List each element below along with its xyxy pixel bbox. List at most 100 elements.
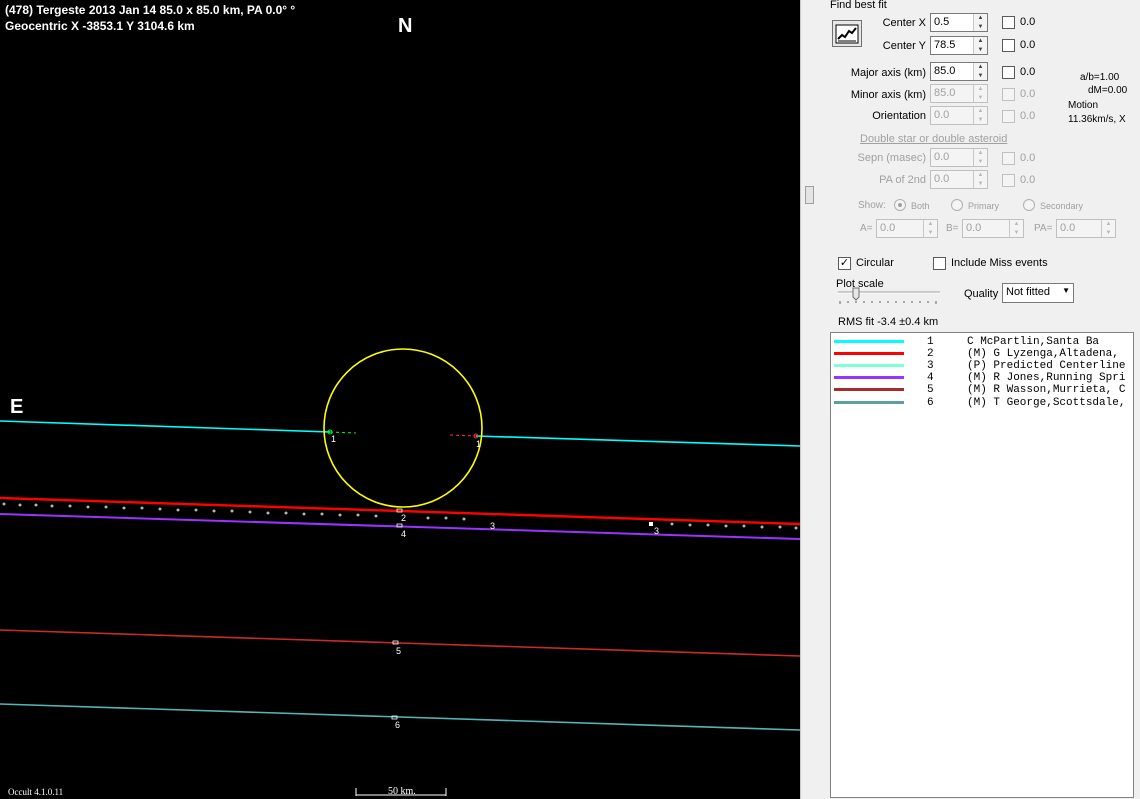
motion-label: Motion (1068, 100, 1099, 111)
plot-scale-slider[interactable] (836, 287, 942, 307)
center-x-spin-arrows[interactable]: ▲ ▼ (973, 14, 987, 31)
pa-input[interactable]: 0.0 ▲ ▼ (1056, 219, 1116, 238)
orientation-fix-checkbox[interactable] (1002, 110, 1015, 123)
a-spin-arrows[interactable]: ▲ ▼ (923, 220, 937, 237)
chord-4-line (0, 513, 800, 540)
quality-select[interactable]: Not fitted ▼ (1002, 283, 1074, 303)
legend-num: 1 (927, 336, 934, 348)
show-both-radio[interactable] (894, 199, 906, 211)
pa2nd-spin-arrows[interactable]: ▲ ▼ (973, 171, 987, 188)
scale-bar-label: 50 km. (388, 786, 416, 797)
legend-text: (M) T George,Scottsdale, (967, 397, 1126, 409)
minor-axis-label: Minor axis (km) (850, 89, 926, 101)
observer-legend[interactable]: 1 C McPartlin,Santa Ba 2 (M) G Lyzenga,A… (830, 332, 1134, 798)
legend-num: 5 (927, 384, 934, 396)
chord-label: 3 (490, 521, 495, 531)
a-value: 0.0 (880, 222, 896, 234)
legend-item: 2 (M) G Lyzenga,Altadena, (831, 348, 1133, 360)
legend-line-swatch (834, 352, 904, 355)
version-label: Occult 4.1.0.11 (8, 787, 64, 797)
pa2nd-input[interactable]: 0.0 ▲ ▼ (930, 170, 988, 189)
double-star-link[interactable]: Double star or double asteroid (860, 133, 1007, 145)
north-label: N (398, 15, 413, 37)
chord-label: 5 (396, 646, 401, 656)
occultation-plot[interactable]: 1 1 2 3 3 4 5 6 (478) Tergeste 2013 Jan … (0, 0, 800, 799)
legend-item: 5 (M) R Wasson,Murrieta, C (831, 384, 1133, 396)
quality-value: Not fitted (1006, 286, 1051, 298)
minor-axis-input[interactable]: 85.0 ▲ ▼ (930, 84, 988, 103)
show-label: Show: (858, 200, 886, 211)
minor-axis-fix-value: 0.0 (1020, 88, 1036, 100)
legend-num: 2 (927, 348, 934, 360)
east-label: E (10, 396, 24, 418)
b-spin-arrows[interactable]: ▲ ▼ (1009, 220, 1023, 237)
show-both-label: Both (911, 201, 930, 211)
center-x-input[interactable]: 0.5 ▲ ▼ (930, 13, 988, 32)
legend-text: (M) G Lyzenga,Altadena, (967, 348, 1119, 360)
orientation-label: Orientation (872, 110, 926, 122)
b-value: 0.0 (966, 222, 982, 234)
chord-label: 4 (401, 529, 406, 539)
legend-line-swatch (834, 401, 904, 404)
fit-graph-icon (835, 24, 859, 43)
quality-label: Quality (964, 288, 999, 300)
minor-axis-fix-checkbox[interactable] (1002, 88, 1015, 101)
panel-splitter[interactable] (800, 0, 818, 799)
chord-1-line-right (475, 435, 800, 447)
major-axis-value: 85.0 (934, 65, 956, 77)
legend-line-swatch (834, 340, 904, 343)
sepn-spin-arrows[interactable]: ▲ ▼ (973, 149, 987, 166)
legend-item: 1 C McPartlin,Santa Ba (831, 336, 1133, 348)
chevron-down-icon: ▼ (1062, 286, 1070, 295)
legend-line-swatch (834, 364, 904, 367)
pa-label: PA= (1034, 223, 1053, 234)
pa2nd-value: 0.0 (934, 173, 950, 185)
legend-text: C McPartlin,Santa Ba (967, 336, 1100, 348)
splitter-thumb[interactable] (805, 186, 814, 204)
a-input[interactable]: 0.0 ▲ ▼ (876, 219, 938, 238)
include-miss-checkbox[interactable] (933, 257, 946, 270)
orientation-input[interactable]: 0.0 ▲ ▼ (930, 106, 988, 125)
show-secondary-radio[interactable] (1023, 199, 1035, 211)
b-label: B= (946, 223, 959, 234)
sepn-label: Sepn (masec) (857, 152, 926, 164)
minor-axis-spin-arrows[interactable]: ▲ ▼ (973, 85, 987, 102)
center-y-fix-checkbox[interactable] (1002, 39, 1015, 52)
center-y-spin-arrows[interactable]: ▲ ▼ (973, 37, 987, 54)
center-y-input[interactable]: 78.5 ▲ ▼ (930, 36, 988, 55)
center-y-label: Center Y (882, 40, 926, 52)
plot-title: (478) Tergeste 2013 Jan 14 85.0 x 85.0 k… (5, 3, 296, 17)
major-axis-spin-arrows[interactable]: ▲ ▼ (973, 63, 987, 80)
center-x-fix-checkbox[interactable] (1002, 16, 1015, 29)
plot-geocentric-coords: Geocentric X -3853.1 Y 3104.6 km (5, 19, 195, 33)
chord-1-dash-left (329, 431, 357, 434)
center-x-label: Center X (882, 17, 926, 29)
major-axis-fix-checkbox[interactable] (1002, 66, 1015, 79)
chord-label: 1 (331, 434, 336, 444)
slider-track (838, 287, 940, 304)
pa-value: 0.0 (1060, 222, 1076, 234)
b-input[interactable]: 0.0 ▲ ▼ (962, 219, 1024, 238)
major-axis-fix-value: 0.0 (1020, 66, 1036, 78)
center-x-value: 0.5 (934, 16, 950, 28)
pa2nd-label: PA of 2nd (879, 174, 926, 186)
legend-text: (P) Predicted Centerline (967, 360, 1126, 372)
pa-spin-arrows[interactable]: ▲ ▼ (1101, 220, 1115, 237)
show-primary-radio[interactable] (951, 199, 963, 211)
asteroid-profile-ellipse (323, 348, 483, 508)
orientation-spin-arrows[interactable]: ▲ ▼ (973, 107, 987, 124)
chord-1-line (0, 420, 331, 433)
show-secondary-label: Secondary (1040, 201, 1084, 211)
sepn-input[interactable]: 0.0 ▲ ▼ (930, 148, 988, 167)
circular-checkbox[interactable]: ✓ (838, 257, 851, 270)
legend-item: 4 (M) R Jones,Running Spri (831, 372, 1133, 384)
rms-fit: RMS fit -3.4 ±0.4 km (838, 316, 939, 328)
legend-item: 3 (P) Predicted Centerline (831, 360, 1133, 372)
pa2nd-fix-value: 0.0 (1020, 174, 1036, 186)
center-y-fix-value: 0.0 (1020, 39, 1036, 51)
find-best-fit-group-title: Find best fit (830, 0, 887, 11)
major-axis-input[interactable]: 85.0 ▲ ▼ (930, 62, 988, 81)
chord-label: 6 (395, 720, 400, 730)
pa2nd-fix-checkbox[interactable] (1002, 174, 1015, 187)
sepn-fix-checkbox[interactable] (1002, 152, 1015, 165)
